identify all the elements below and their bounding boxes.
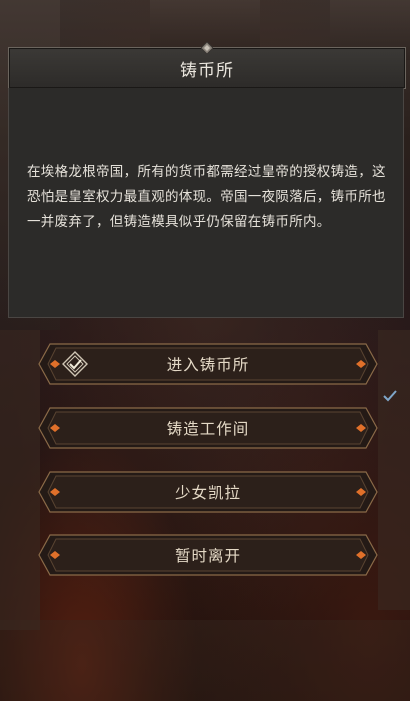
option-leave-for-now[interactable]: 暂时离开 <box>38 534 378 576</box>
diamond-ornament-icon <box>201 42 213 54</box>
option-label: 进入铸币所 <box>166 356 250 374</box>
option-label: 暂时离开 <box>174 547 241 565</box>
description-panel: 在埃格龙根帝国，所有的货币都需经过皇帝的授权铸造，这恐怕是皇室权力最直观的体现。… <box>8 88 404 318</box>
option-label: 少女凯拉 <box>174 484 241 502</box>
dialog-title-bar: 铸币所 <box>8 42 406 89</box>
option-forging-workshop[interactable]: 铸造工作间 <box>38 407 378 449</box>
option-girl-kyla[interactable]: 少女凯拉 <box>38 471 378 513</box>
checkmark-icon <box>383 390 397 402</box>
description-text: 在埃格龙根帝国，所有的货币都需经过皇帝的授权铸造，这恐怕是皇室权力最直观的体现。… <box>27 164 386 230</box>
option-label: 铸造工作间 <box>166 420 250 438</box>
dialog-title: 铸币所 <box>180 60 234 81</box>
option-enter-mint[interactable]: 进入铸币所 <box>38 343 378 385</box>
